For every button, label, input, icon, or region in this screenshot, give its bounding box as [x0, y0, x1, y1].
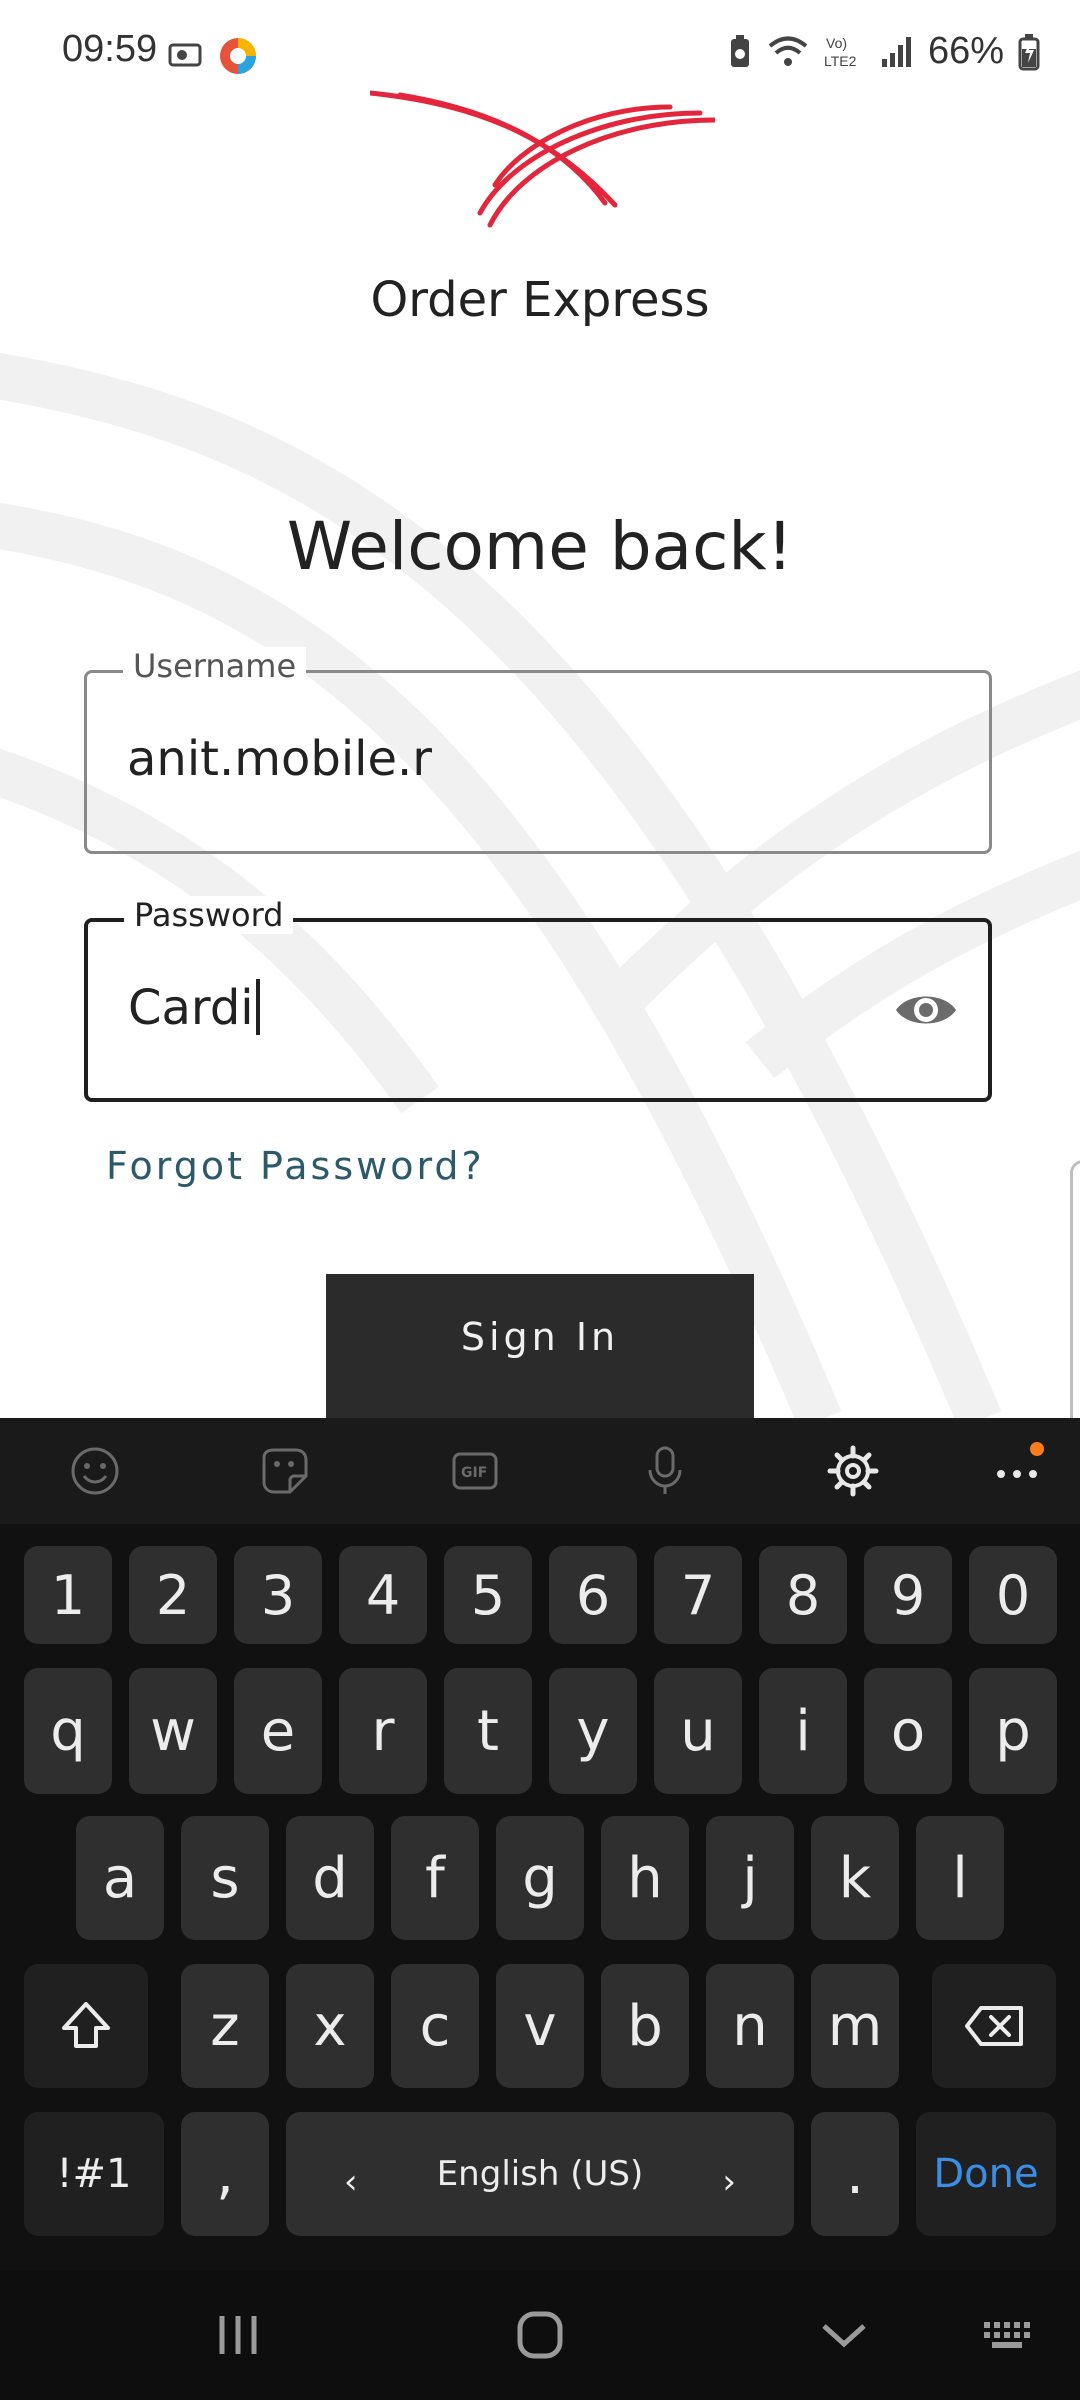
keyboard-switch-icon[interactable]: [970, 2300, 1050, 2370]
key-2[interactable]: 2: [129, 1546, 217, 1644]
key-k[interactable]: k: [811, 1816, 899, 1940]
password-label: Password: [124, 896, 294, 934]
key-w[interactable]: w: [129, 1668, 217, 1794]
svg-text:Vo): Vo): [826, 35, 847, 51]
username-label: Username: [123, 647, 307, 685]
username-field[interactable]: Username anit.mobile.r: [84, 647, 992, 854]
username-input[interactable]: anit.mobile.r: [127, 731, 432, 787]
space-bar-label: English (US): [436, 2154, 644, 2194]
password-field[interactable]: Password Cardi: [84, 896, 992, 1102]
svg-text:LTE2: LTE2: [824, 53, 857, 69]
notification-dot: [1030, 1442, 1044, 1456]
key-z[interactable]: z: [181, 1964, 269, 2088]
period-key[interactable]: .: [811, 2112, 899, 2236]
status-time: 09:59: [62, 28, 158, 70]
key-s[interactable]: s: [181, 1816, 269, 1940]
emoji-icon[interactable]: [68, 1444, 122, 1498]
key-3[interactable]: 3: [234, 1546, 322, 1644]
key-6[interactable]: 6: [549, 1546, 637, 1644]
key-a[interactable]: a: [76, 1816, 164, 1940]
key-m[interactable]: m: [811, 1964, 899, 2088]
order-express-logo: [370, 90, 715, 228]
comma-key[interactable]: ,: [181, 2112, 269, 2236]
key-f[interactable]: f: [391, 1816, 479, 1940]
key-x[interactable]: x: [286, 1964, 374, 2088]
backspace-key[interactable]: [932, 1964, 1056, 2088]
key-g[interactable]: g: [496, 1816, 584, 1940]
language-prev-icon: ‹: [344, 2162, 358, 2202]
sticker-icon[interactable]: [258, 1444, 312, 1498]
key-8[interactable]: 8: [759, 1546, 847, 1644]
text-cursor: [255, 979, 260, 1035]
space-bar[interactable]: ‹ English (US) ›: [286, 2112, 794, 2236]
key-1[interactable]: 1: [24, 1546, 112, 1644]
welcome-heading: Welcome back!: [286, 508, 794, 585]
key-7[interactable]: 7: [654, 1546, 742, 1644]
key-n[interactable]: n: [706, 1964, 794, 2088]
symbols-key[interactable]: !#1: [24, 2112, 164, 2236]
brand-name: Order Express: [370, 272, 710, 328]
key-t[interactable]: t: [444, 1668, 532, 1794]
key-y[interactable]: y: [549, 1668, 637, 1794]
shift-icon: [62, 2002, 110, 2048]
battery-percentage: 66%: [927, 30, 1004, 72]
password-input-wrap[interactable]: Cardi: [128, 979, 260, 1036]
key-q[interactable]: q: [24, 1668, 112, 1794]
navigation-bar: [0, 2270, 1080, 2400]
key-u[interactable]: u: [654, 1668, 742, 1794]
backspace-icon: [965, 2006, 1023, 2046]
forgot-password-link[interactable]: Forgot Password?: [106, 1144, 485, 1188]
key-p[interactable]: p: [969, 1668, 1057, 1794]
show-password-eye-icon[interactable]: [894, 988, 958, 1032]
gif-icon[interactable]: GIF: [448, 1444, 502, 1498]
done-key[interactable]: Done: [916, 2112, 1056, 2236]
settings-icon[interactable]: [826, 1444, 880, 1498]
key-9[interactable]: 9: [864, 1546, 952, 1644]
key-v[interactable]: v: [496, 1964, 584, 2088]
home-icon[interactable]: [500, 2300, 580, 2370]
language-next-icon: ›: [722, 2162, 736, 2202]
key-o[interactable]: o: [864, 1668, 952, 1794]
key-0[interactable]: 0: [969, 1546, 1057, 1644]
key-5[interactable]: 5: [444, 1546, 532, 1644]
password-input[interactable]: Cardi: [128, 980, 254, 1036]
microphone-icon[interactable]: [638, 1444, 692, 1498]
signal-icon: [881, 36, 911, 67]
svg-text:GIF: GIF: [461, 1465, 487, 1481]
key-h[interactable]: h: [601, 1816, 689, 1940]
key-b[interactable]: b: [601, 1964, 689, 2088]
cast-icon: [168, 43, 202, 67]
assistant-app-icon: [220, 38, 256, 74]
key-r[interactable]: r: [339, 1668, 427, 1794]
key-d[interactable]: d: [286, 1816, 374, 1940]
key-4[interactable]: 4: [339, 1546, 427, 1644]
soft-keyboard: GIF 1 2 3 4 5 6 7 8 9 0 q w e r t y u i: [0, 1418, 1080, 2400]
key-e[interactable]: e: [234, 1668, 322, 1794]
recent-apps-icon[interactable]: [198, 2300, 278, 2370]
shift-key[interactable]: [24, 1964, 148, 2088]
battery-charging-icon: [1018, 33, 1040, 70]
keyboard-toolbar: GIF: [0, 1418, 1080, 1524]
sign-in-button[interactable]: Sign In: [326, 1274, 754, 1420]
volte-icon: Vo) LTE2: [824, 35, 857, 69]
hide-keyboard-icon[interactable]: [804, 2300, 884, 2370]
key-j[interactable]: j: [706, 1816, 794, 1940]
key-c[interactable]: c: [391, 1964, 479, 2088]
key-i[interactable]: i: [759, 1668, 847, 1794]
wifi-icon: [768, 36, 808, 66]
key-l[interactable]: l: [916, 1816, 1004, 1940]
battery-saver-icon: [730, 34, 749, 67]
